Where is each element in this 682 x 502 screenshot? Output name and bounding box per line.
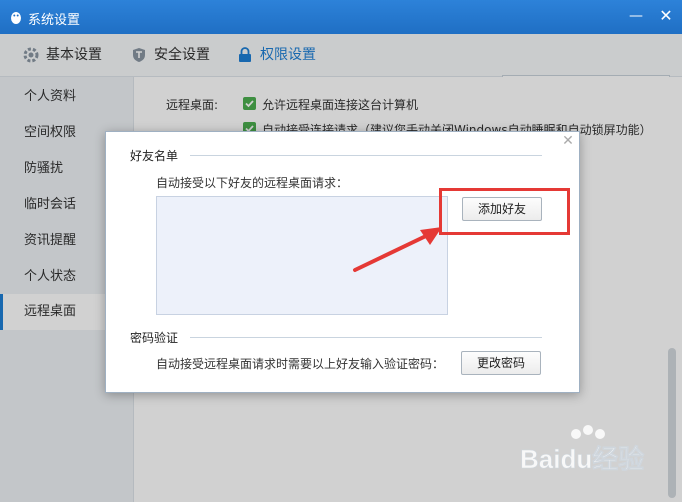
password-description: 自动接受远程桌面请求时需要以上好友输入验证密码： bbox=[156, 357, 445, 371]
watermark-text: Baidu经验 bbox=[520, 444, 644, 474]
close-button[interactable]: ✕ bbox=[656, 7, 676, 25]
minimize-button[interactable]: — bbox=[626, 7, 646, 25]
section-divider bbox=[190, 155, 542, 156]
penguin-icon bbox=[11, 12, 21, 24]
friend-list-section-title: 好友名单 bbox=[130, 149, 179, 163]
change-password-button[interactable]: 更改密码 bbox=[461, 351, 541, 375]
section-divider bbox=[190, 337, 542, 338]
title-bar: 系统设置 — ✕ bbox=[0, 0, 682, 34]
friend-list-dialog: ✕ 好友名单 自动接受以下好友的远程桌面请求： 添加好友 密码验证 自动接受远程… bbox=[105, 131, 580, 393]
settings-window: 系统设置 — ✕ 基本设置 安全设置 权限设置 搜索设置项 个人资料 空间权限 … bbox=[0, 0, 682, 502]
close-icon[interactable]: ✕ bbox=[561, 134, 575, 148]
annotation-highlight-box bbox=[439, 188, 570, 235]
friend-list-description: 自动接受以下好友的远程桌面请求： bbox=[156, 176, 349, 190]
password-section-title: 密码验证 bbox=[130, 331, 179, 345]
baidu-watermark-logo: Baidu经验 bbox=[520, 425, 645, 474]
window-title: 系统设置 bbox=[28, 13, 81, 28]
annotation-arrow-icon bbox=[353, 227, 442, 272]
